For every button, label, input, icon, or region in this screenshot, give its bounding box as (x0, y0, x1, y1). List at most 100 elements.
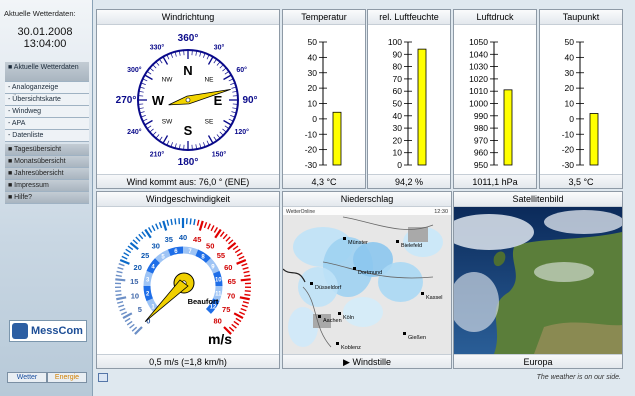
humidity-readout: 94,2 % (368, 174, 450, 188)
speed-tick-label: 60 (224, 263, 232, 272)
menu-item[interactable]: ■ Impressum (5, 180, 89, 192)
speed-tick-label: 45 (193, 235, 201, 244)
compass-tick (207, 135, 214, 144)
gauge-bar (589, 113, 599, 166)
gauge-tick-label: 990 (474, 111, 488, 121)
speed-tick (210, 225, 215, 232)
speed-tick (170, 218, 173, 226)
humidity-title: rel. Luftfeuchte (368, 10, 450, 25)
gauge-tick-label: 1010 (469, 86, 488, 96)
gauge-tick-label: 0 (397, 160, 402, 170)
gauge-tick-label: 950 (474, 160, 488, 170)
precipitation-title: Niederschlag (283, 192, 451, 207)
precipitation-play-link[interactable]: ▶ Windstille (283, 354, 451, 368)
speed-tick-label: 25 (141, 251, 149, 260)
wetter-button[interactable]: Wetter (7, 372, 47, 383)
needle-hub (185, 97, 191, 103)
radar-map[interactable]: Münster Bielefeld Dortmund Düsseldorf Kassel… (283, 207, 451, 354)
messcom-logo[interactable]: MessCom (9, 320, 87, 342)
speed-tick (116, 270, 123, 274)
menu-item[interactable]: - Datenliste (5, 130, 89, 142)
gauge-tick-label: 50 (565, 37, 575, 47)
compass-tick (206, 140, 210, 146)
compass-degree-label: 180° (178, 157, 199, 168)
speed-tick (121, 255, 128, 260)
gauge-tick-label: 1000 (469, 99, 488, 109)
radar-time: 12:30 (434, 209, 448, 215)
gauge-tick-label: -10 (305, 129, 318, 139)
city-marker (353, 267, 356, 270)
city-marker (343, 237, 346, 240)
compass-tick (213, 58, 217, 64)
menu-item[interactable]: ■ Hilfe? (5, 192, 89, 204)
compass-tick (149, 67, 154, 72)
speed-tick (241, 304, 248, 308)
city-marker (318, 315, 321, 318)
compass-degree-label: 330° (150, 43, 165, 51)
speed-tick (219, 231, 225, 237)
menu-item[interactable]: ■ Jahresübersicht (5, 168, 89, 180)
gauge-tick-label: 40 (393, 111, 403, 121)
speed-tick (240, 307, 247, 312)
current-time: 13:04:00 (23, 38, 67, 50)
precip-area (378, 262, 423, 302)
messcom-logo-icon (12, 323, 28, 339)
compass-tick (219, 64, 224, 69)
speed-tick-label: 20 (134, 263, 142, 272)
speed-tick (203, 221, 208, 229)
city-label: Düsseldorf (315, 285, 342, 291)
speed-tick (242, 300, 249, 304)
city-label: Münster (348, 240, 368, 246)
gauge-tick-label: -30 (305, 160, 318, 170)
speed-tick (127, 245, 134, 251)
dewpoint-readout: 3,5 °C (540, 174, 622, 188)
speed-tick (238, 255, 245, 260)
speed-tick (244, 274, 251, 277)
gauge-tick-label: 10 (393, 148, 403, 158)
city-marker (338, 312, 341, 315)
wind-direction-title: Windrichtung (97, 10, 279, 25)
dewpoint-title: Taupunkt (540, 10, 622, 25)
menu-item[interactable]: ■ Tagesübersicht (5, 144, 89, 156)
menu-item[interactable]: - Analoganzeige (5, 82, 89, 94)
speed-tick-label: 80 (213, 317, 221, 326)
speed-tick (125, 248, 132, 254)
gauge-tick-label: 10 (308, 99, 318, 109)
pressure-title: Luftdruck (454, 10, 536, 25)
speed-tick (233, 320, 240, 326)
menu-item[interactable]: ■ Aktuelle Wetterdaten (5, 62, 89, 82)
print-icon[interactable] (98, 373, 108, 382)
gauge-tick-label: 1020 (469, 74, 488, 84)
speed-tick-label: 75 (222, 305, 230, 314)
satellite-image[interactable] (454, 207, 622, 354)
compass-tick (223, 119, 232, 126)
speed-tick (155, 223, 159, 230)
gauge-tick-label: 10 (565, 99, 575, 109)
speed-tick-label: 50 (206, 241, 214, 250)
compass-tick (142, 78, 148, 82)
compass-cardinal: E (214, 93, 223, 108)
speed-unit: m/s (208, 331, 232, 347)
menu-item[interactable]: - Übersichtskarte (5, 94, 89, 106)
compass-tick (155, 134, 160, 139)
gauge-tick-label: 20 (308, 83, 318, 93)
wind-speed-gauge: 05101520253035 40 4550556065707580123456 78… (114, 218, 252, 347)
energie-button[interactable]: Energie (47, 372, 87, 383)
city-label: Aachen (323, 318, 342, 324)
gauge-bar (417, 48, 427, 166)
gauge-tick-label: 60 (393, 86, 403, 96)
menu-item[interactable]: - APA (5, 118, 89, 130)
city-label: Dortmund (358, 270, 382, 276)
menu-item[interactable]: ■ Monatsübersicht (5, 156, 89, 168)
gauge-tick-label: 50 (308, 37, 318, 47)
gauge-tick-label: 1050 (469, 37, 488, 47)
temperature-panel: Temperatur 50 40 30 20 10 0 -10 -20 -30 4,3 °C (282, 9, 366, 189)
menu-item[interactable]: - Windweg (5, 106, 89, 118)
compass-tick (216, 134, 221, 139)
gauge-tick-label: 1040 (469, 49, 488, 59)
compass-tick (162, 56, 169, 65)
wind-compass: 360° 30° 60° 90° 120° 150° 180° 210° 240° 270° 300… (116, 33, 258, 168)
compass-degree-label: 30° (214, 43, 225, 51)
speed-tick (207, 223, 211, 230)
humidity-gauge: 1009080706050403020100 (388, 37, 427, 170)
